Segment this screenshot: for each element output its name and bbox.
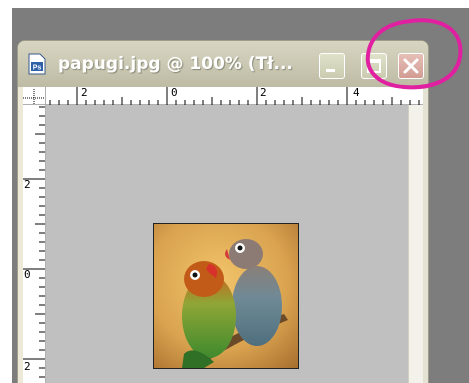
- title-bar[interactable]: Ps papugi.jpg @ 100% (Tł...: [18, 41, 428, 87]
- vertical-ruler: 2 0 2: [23, 105, 46, 383]
- ruler-label: 2: [24, 360, 31, 373]
- minimize-button[interactable]: [319, 53, 345, 79]
- ruler-label: 0: [171, 86, 178, 99]
- close-icon: [403, 58, 419, 74]
- horizontal-ruler: 2 0 2 4: [46, 87, 423, 105]
- minimize-icon: [326, 69, 335, 72]
- maximize-icon: [367, 59, 381, 73]
- close-button[interactable]: [398, 53, 424, 79]
- ruler-label: 2: [260, 86, 267, 99]
- app-icon-label: Ps: [33, 65, 42, 72]
- ruler-label: 0: [24, 268, 31, 281]
- window-title: papugi.jpg @ 100% (Tł...: [58, 54, 293, 74]
- photoshop-document-icon: Ps: [27, 53, 47, 75]
- parrots-image[interactable]: [153, 223, 299, 369]
- vertical-scrollbar[interactable]: [408, 105, 423, 383]
- maximize-button[interactable]: [361, 53, 387, 79]
- ruler-label: 4: [353, 86, 360, 99]
- window-frame-edge: [423, 87, 428, 383]
- ruler-label: 2: [24, 178, 31, 191]
- ruler-label: 2: [81, 86, 88, 99]
- ruler-origin[interactable]: [23, 87, 46, 105]
